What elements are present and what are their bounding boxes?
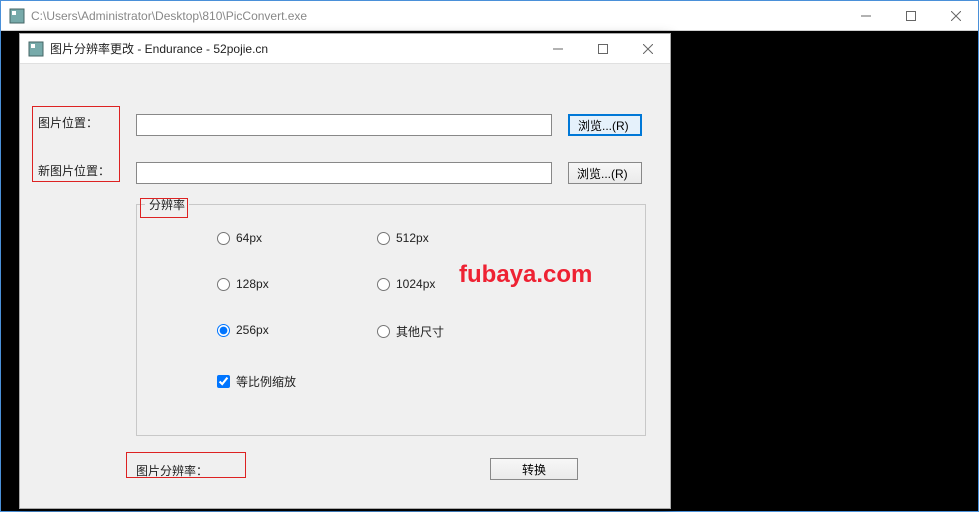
radio-64px-label: 64px xyxy=(236,231,262,245)
scale-checkbox[interactable]: 等比例缩放 xyxy=(217,373,296,390)
dialog-controls xyxy=(535,34,670,63)
radio-512px-input[interactable] xyxy=(377,232,390,245)
new-image-path-input[interactable] xyxy=(136,162,552,184)
radio-other[interactable]: 其他尺寸 xyxy=(377,323,444,340)
browse-new-image-button[interactable]: 浏览...(R) xyxy=(568,162,642,184)
radio-128px[interactable]: 128px xyxy=(217,277,269,291)
radio-1024px-label: 1024px xyxy=(396,277,435,291)
resolution-group-legend: 分辨率 xyxy=(145,196,189,213)
outer-content: 图片分辨率更改 - Endurance - 52pojie.cn 图片位置： 浏… xyxy=(1,31,978,511)
radio-other-input[interactable] xyxy=(377,325,390,338)
radio-128px-label: 128px xyxy=(236,277,269,291)
resolution-group: 分辨率 64px 128px 256px 5 xyxy=(136,204,646,436)
dialog-icon xyxy=(28,41,44,57)
scale-checkbox-input[interactable] xyxy=(217,375,230,388)
outer-window-title: C:\Users\Administrator\Desktop\810\PicCo… xyxy=(31,9,843,23)
radio-1024px-input[interactable] xyxy=(377,278,390,291)
radio-256px[interactable]: 256px xyxy=(217,323,269,337)
radio-64px[interactable]: 64px xyxy=(217,231,262,245)
close-button[interactable] xyxy=(933,1,978,30)
radio-256px-input[interactable] xyxy=(217,324,230,337)
dialog-minimize-button[interactable] xyxy=(535,34,580,63)
dialog-title: 图片分辨率更改 - Endurance - 52pojie.cn xyxy=(50,40,535,57)
dialog-maximize-button[interactable] xyxy=(580,34,625,63)
new-image-path-label: 新图片位置： xyxy=(38,162,110,179)
image-path-input[interactable] xyxy=(136,114,552,136)
scale-checkbox-label: 等比例缩放 xyxy=(236,373,296,390)
image-path-label: 图片位置： xyxy=(38,114,98,131)
minimize-button[interactable] xyxy=(843,1,888,30)
watermark-text: fubaya.com xyxy=(459,261,592,289)
dialog-titlebar[interactable]: 图片分辨率更改 - Endurance - 52pojie.cn xyxy=(20,34,670,64)
radio-512px-label: 512px xyxy=(396,231,429,245)
dialog-close-button[interactable] xyxy=(625,34,670,63)
browse-image-button[interactable]: 浏览...(R) xyxy=(568,114,642,136)
outer-window-controls xyxy=(843,1,978,30)
radio-256px-label: 256px xyxy=(236,323,269,337)
maximize-button[interactable] xyxy=(888,1,933,30)
convert-button[interactable]: 转换 xyxy=(490,458,578,480)
radio-other-label: 其他尺寸 xyxy=(396,323,444,340)
outer-window: C:\Users\Administrator\Desktop\810\PicCo… xyxy=(0,0,979,512)
radio-64px-input[interactable] xyxy=(217,232,230,245)
radio-1024px[interactable]: 1024px xyxy=(377,277,435,291)
radio-512px[interactable]: 512px xyxy=(377,231,429,245)
radio-128px-input[interactable] xyxy=(217,278,230,291)
image-resolution-label: 图片分辨率： xyxy=(136,462,208,479)
outer-titlebar: C:\Users\Administrator\Desktop\810\PicCo… xyxy=(1,1,978,31)
app-icon xyxy=(9,8,25,24)
